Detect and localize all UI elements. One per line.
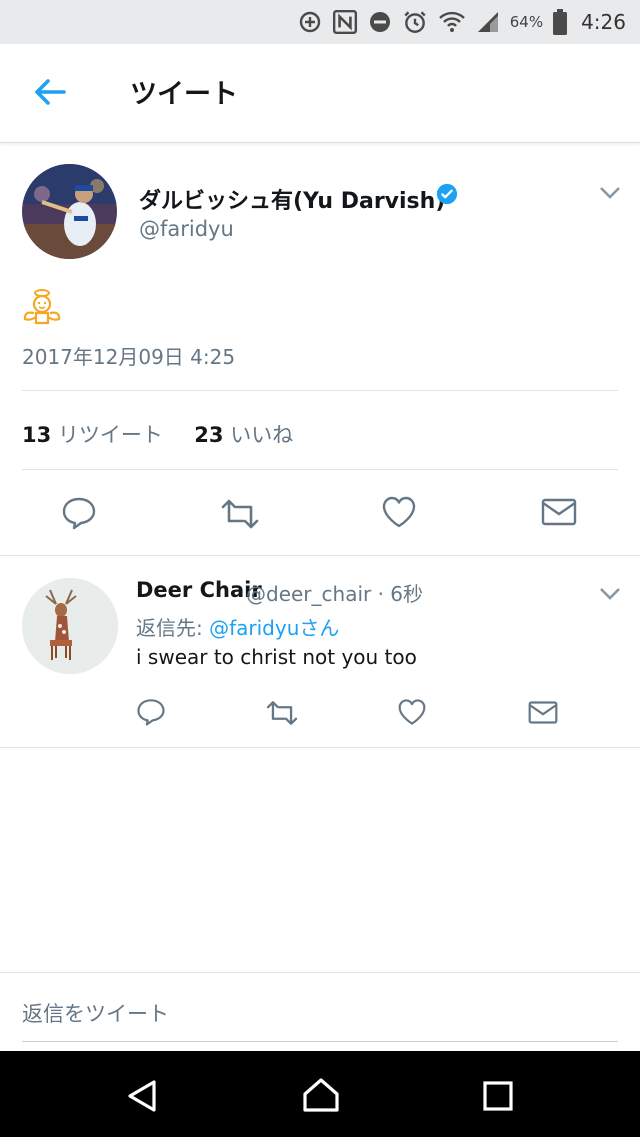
chevron-down-icon[interactable]	[599, 587, 621, 601]
chevron-down-icon[interactable]	[599, 186, 621, 200]
reply-icon[interactable]	[136, 697, 166, 727]
data-saver-icon	[299, 11, 320, 33]
do-not-disturb-icon	[369, 12, 390, 32]
retweet-count[interactable]: 13	[22, 423, 51, 447]
reply-to-prefix: 返信先:	[136, 616, 210, 640]
back-triangle-icon[interactable]	[126, 1079, 158, 1113]
divider	[22, 469, 618, 470]
wifi-icon	[438, 11, 465, 32]
divider	[22, 390, 618, 391]
nfc-icon	[332, 9, 357, 35]
signal-icon	[477, 12, 498, 32]
divider	[0, 747, 640, 748]
author-name[interactable]: ダルビッシュ有(Yu Darvish)	[139, 183, 445, 215]
like-count[interactable]: 23	[194, 423, 223, 447]
divider	[0, 555, 640, 556]
reply-composer-input[interactable]: 返信をツイート	[22, 998, 169, 1028]
input-underline	[22, 1041, 618, 1042]
reply-to: 返信先: @faridyuさん	[136, 612, 339, 641]
status-time: 4:26	[581, 10, 626, 34]
navigation-bar	[0, 1051, 640, 1137]
retweet-label[interactable]: リツイート	[58, 423, 163, 447]
app-bar: ツイート	[0, 44, 640, 143]
tweet-timestamp: 2017年12月09日 4:25	[22, 345, 236, 369]
verified-badge-icon	[436, 183, 458, 205]
reply-to-user-link[interactable]: @faridyuさん	[209, 616, 339, 640]
back-arrow-icon[interactable]	[30, 72, 70, 112]
reply-icon[interactable]	[61, 495, 97, 531]
direct-message-icon[interactable]	[528, 700, 558, 725]
direct-message-icon[interactable]	[541, 497, 577, 527]
tweet-stats: 13 リツイート 23 いいね	[22, 419, 293, 449]
like-heart-icon[interactable]	[381, 495, 417, 529]
divider	[0, 972, 640, 973]
alarm-icon	[404, 11, 426, 33]
home-icon[interactable]	[302, 1077, 340, 1113]
status-icons: 64% 4:26	[298, 0, 626, 44]
retweet-icon[interactable]	[220, 497, 260, 531]
angel-emoji-icon	[23, 289, 61, 325]
battery-icon	[553, 9, 568, 35]
avatar[interactable]	[22, 164, 117, 259]
reply-text: i swear to christ not you too	[136, 645, 417, 669]
like-label[interactable]: いいね	[230, 423, 293, 447]
retweet-icon[interactable]	[265, 699, 299, 727]
page-title: ツイート	[130, 79, 238, 110]
like-heart-icon[interactable]	[397, 698, 427, 726]
reply-author-name[interactable]: Deer Chair	[136, 578, 262, 602]
battery-percent: 64%	[509, 13, 544, 31]
reply-handle-time: @deer_chair · 6秒	[246, 582, 424, 606]
recents-square-icon[interactable]	[482, 1080, 514, 1112]
status-bar: 64% 4:26	[0, 0, 640, 44]
avatar[interactable]	[22, 578, 118, 674]
author-handle[interactable]: @faridyu	[139, 217, 234, 241]
